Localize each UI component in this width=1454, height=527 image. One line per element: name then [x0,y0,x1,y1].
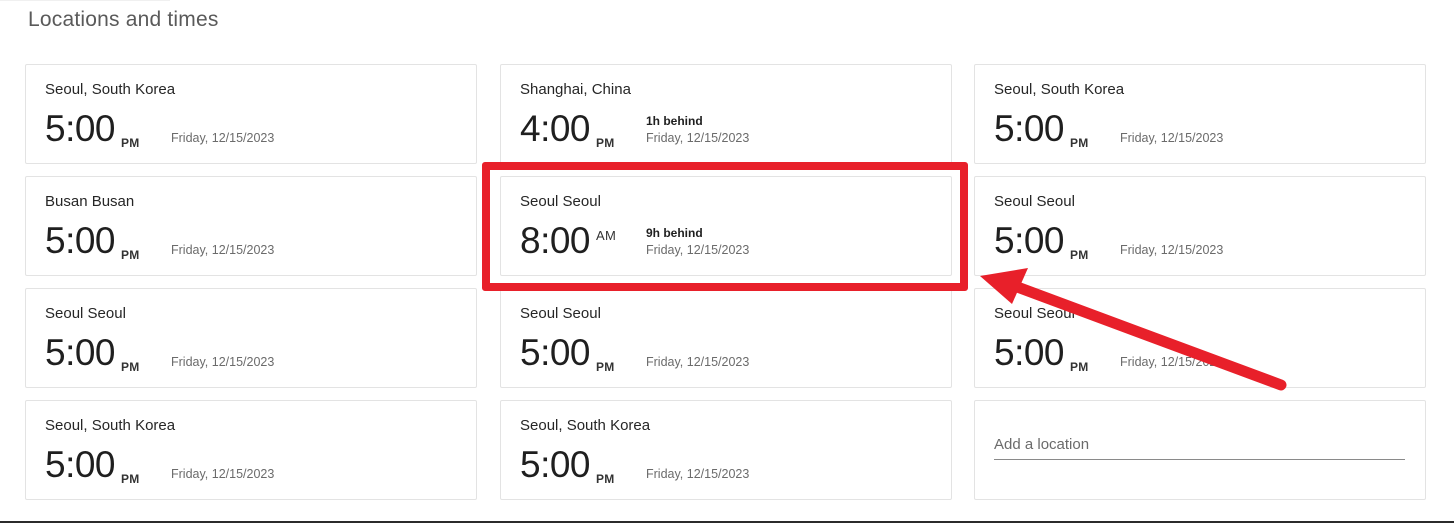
add-location-card [974,400,1426,500]
location-card[interactable]: Seoul, South Korea 5:00 PM Friday, 12/15… [25,400,477,500]
location-name: Shanghai, China [520,81,631,98]
location-card[interactable]: Seoul, South Korea 5:00 PM Friday, 12/15… [500,400,952,500]
location-date: Friday, 12/15/2023 [171,467,275,481]
location-card[interactable]: Seoul Seoul 5:00 PM Friday, 12/15/2023 [25,288,477,388]
location-name: Seoul Seoul [520,305,601,322]
location-date: Friday, 12/15/2023 [646,131,750,145]
location-card[interactable]: Seoul, South Korea 5:00 PM Friday, 12/15… [25,64,477,164]
location-ampm: PM [1070,248,1089,262]
location-card[interactable]: Seoul Seoul 5:00 PM Friday, 12/15/2023 [974,288,1426,388]
location-time: 5:00 [45,220,116,261]
page-title: Locations and times [28,8,219,31]
location-date: Friday, 12/15/2023 [646,355,750,369]
location-date: Friday, 12/15/2023 [1120,131,1224,145]
top-divider [0,0,170,1]
location-ampm: PM [596,136,615,150]
location-time: 5:00 [45,108,116,149]
highlight-annotation-box [482,162,968,291]
location-time: 5:00 [994,332,1065,373]
bottom-divider [0,521,1454,523]
location-ampm: PM [121,248,140,262]
location-time: 5:00 [994,108,1065,149]
location-card[interactable]: Seoul Seoul 5:00 PM Friday, 12/15/2023 [500,288,952,388]
location-time: 5:00 [520,332,591,373]
location-name: Seoul, South Korea [45,417,176,434]
location-ampm: PM [121,360,140,374]
location-date: Friday, 12/15/2023 [1120,243,1224,257]
location-ampm: PM [121,136,140,150]
location-name: Seoul, South Korea [520,417,651,434]
location-time: 5:00 [994,220,1065,261]
location-time: 5:00 [520,444,591,485]
location-name: Seoul, South Korea [994,81,1125,98]
location-card[interactable]: Seoul Seoul 5:00 PM Friday, 12/15/2023 [974,176,1426,276]
location-name: Seoul, South Korea [45,81,176,98]
location-card[interactable]: Busan Busan 5:00 PM Friday, 12/15/2023 [25,176,477,276]
location-ampm: PM [121,472,140,486]
location-ampm: PM [596,360,615,374]
location-ampm: PM [1070,136,1089,150]
location-name: Seoul Seoul [994,305,1075,322]
location-date: Friday, 12/15/2023 [171,131,275,145]
location-ampm: PM [1070,360,1089,374]
location-card[interactable]: Shanghai, China 4:00 PM 1h behind Friday… [500,64,952,164]
location-ampm: PM [596,472,615,486]
add-location-input[interactable] [994,429,1405,460]
location-name: Seoul Seoul [994,193,1075,210]
location-date: Friday, 12/15/2023 [1120,355,1224,369]
time-offset: 1h behind [646,114,703,128]
location-date: Friday, 12/15/2023 [646,467,750,481]
location-time: 5:00 [45,444,116,485]
location-card[interactable]: Seoul, South Korea 5:00 PM Friday, 12/15… [974,64,1426,164]
location-time: 4:00 [520,108,591,149]
location-date: Friday, 12/15/2023 [171,355,275,369]
location-name: Busan Busan [45,193,135,210]
location-name: Seoul Seoul [45,305,126,322]
location-time: 5:00 [45,332,116,373]
location-date: Friday, 12/15/2023 [171,243,275,257]
